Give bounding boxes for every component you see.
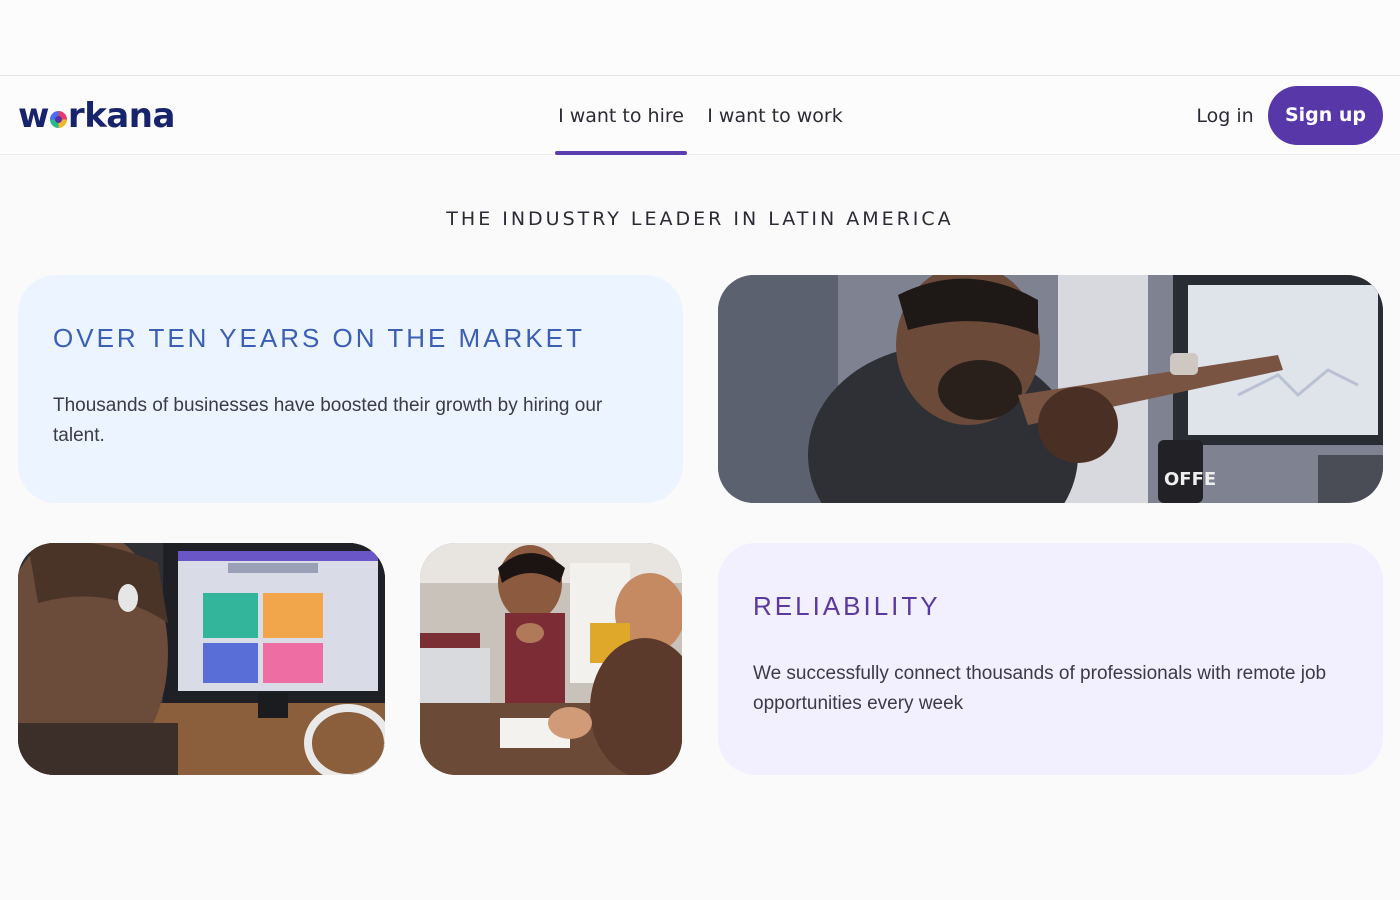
navbar: w rkana I want to hire I want to work Log… xyxy=(0,76,1400,155)
login-link[interactable]: Log in xyxy=(1190,76,1260,154)
top-blank-strip xyxy=(0,0,1400,76)
tab-i-want-to-hire[interactable]: I want to hire xyxy=(555,76,687,155)
card-text: Thousands of businesses have boosted the… xyxy=(53,395,603,446)
tab-i-want-to-work[interactable]: I want to work xyxy=(705,76,845,154)
card-over-ten-years: OVER TEN YEARS ON THE MARKET Thousands o… xyxy=(18,275,683,503)
workana-logo[interactable]: w rkana xyxy=(18,96,175,136)
photo-team-fist-bump xyxy=(420,543,682,775)
active-tab-indicator xyxy=(555,151,687,155)
signup-button[interactable]: Sign up xyxy=(1268,86,1383,145)
logo-o-mark-icon xyxy=(49,110,67,128)
photo-man-at-desktop-monitor xyxy=(18,543,385,775)
tab-hire-label: I want to hire xyxy=(558,105,684,127)
tab-work-label: I want to work xyxy=(707,105,843,127)
card-reliability: RELIABILITY We successfully connect thou… xyxy=(718,543,1383,775)
card-title: OVER TEN YEARS ON THE MARKET xyxy=(53,323,585,353)
logo-text-w: w xyxy=(18,96,49,136)
mug-text: OFFE xyxy=(1164,469,1216,490)
card-text: We successfully connect thousands of pro… xyxy=(753,663,1327,714)
section-heading: THE INDUSTRY LEADER IN LATIN AMERICA xyxy=(446,208,954,230)
photo-man-pointing-at-monitor: OFFE xyxy=(718,275,1383,503)
card-title: RELIABILITY xyxy=(753,591,941,621)
logo-text-rest: rkana xyxy=(67,96,175,136)
